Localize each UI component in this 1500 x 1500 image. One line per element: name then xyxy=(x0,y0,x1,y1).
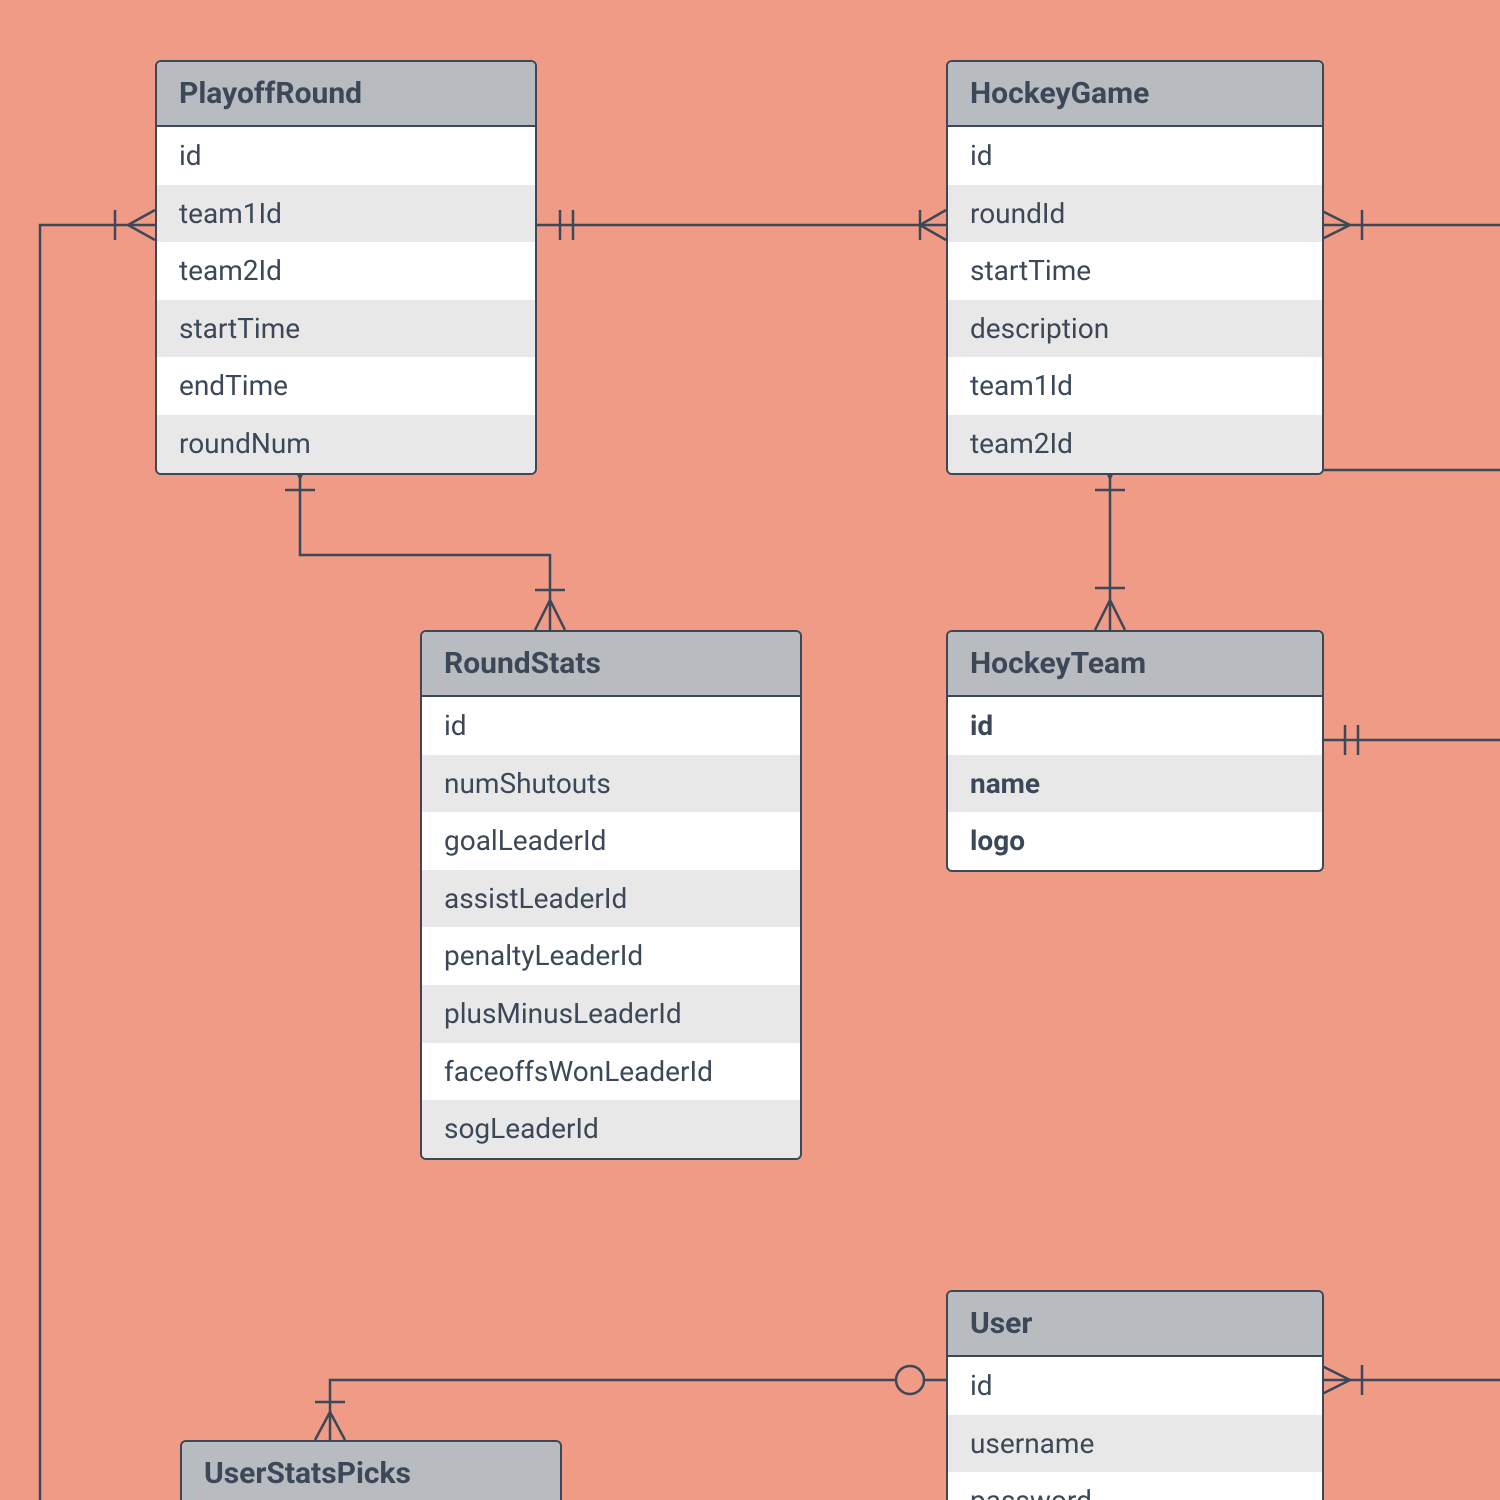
entity-title: UserStatsPicks xyxy=(182,1442,560,1500)
field: team2Id xyxy=(948,415,1322,473)
field: name xyxy=(948,755,1322,813)
field: endTime xyxy=(157,357,535,415)
entity-userstatspicks: UserStatsPicks xyxy=(180,1440,562,1500)
entity-roundstats: RoundStats id numShutouts goalLeaderId a… xyxy=(420,630,802,1160)
entity-title: User xyxy=(948,1292,1322,1357)
field: goalLeaderId xyxy=(422,812,800,870)
field: faceoffsWonLeaderId xyxy=(422,1043,800,1101)
entity-title: HockeyGame xyxy=(948,62,1322,127)
entity-title: RoundStats xyxy=(422,632,800,697)
field: team2Id xyxy=(157,242,535,300)
field: logo xyxy=(948,812,1322,870)
field: startTime xyxy=(157,300,535,358)
field: roundId xyxy=(948,185,1322,243)
field: id xyxy=(422,697,800,755)
field: roundNum xyxy=(157,415,535,473)
field: team1Id xyxy=(948,357,1322,415)
field: team1Id xyxy=(157,185,535,243)
field: id xyxy=(948,697,1322,755)
entity-title: HockeyTeam xyxy=(948,632,1322,697)
entity-title: PlayoffRound xyxy=(157,62,535,127)
field: id xyxy=(157,127,535,185)
field: id xyxy=(948,127,1322,185)
entity-hockeygame: HockeyGame id roundId startTime descript… xyxy=(946,60,1324,475)
field: sogLeaderId xyxy=(422,1100,800,1158)
field: assistLeaderId xyxy=(422,870,800,928)
entity-playoffround: PlayoffRound id team1Id team2Id startTim… xyxy=(155,60,537,475)
field: penaltyLeaderId xyxy=(422,927,800,985)
field: password xyxy=(948,1472,1322,1500)
field: id xyxy=(948,1357,1322,1415)
entity-hockeyteam: HockeyTeam id name logo xyxy=(946,630,1324,872)
entity-user: User id username password xyxy=(946,1290,1324,1500)
field: numShutouts xyxy=(422,755,800,813)
field: description xyxy=(948,300,1322,358)
field: username xyxy=(948,1415,1322,1473)
field: plusMinusLeaderId xyxy=(422,985,800,1043)
field: startTime xyxy=(948,242,1322,300)
